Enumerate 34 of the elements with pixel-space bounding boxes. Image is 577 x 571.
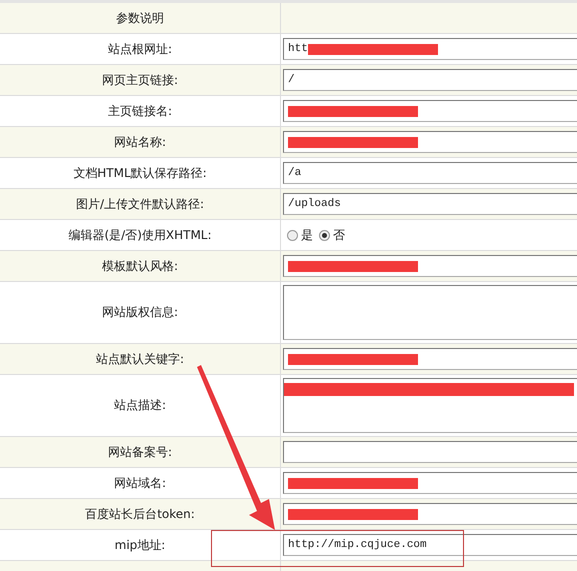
field-label: 站点默认关键字: <box>96 350 184 368</box>
input-field[interactable] <box>283 255 577 277</box>
input-field[interactable] <box>283 503 577 525</box>
text-area[interactable] <box>283 285 577 340</box>
field-label: 网站版权信息: <box>102 304 178 321</box>
field-label: 网站备案号: <box>108 444 172 460</box>
column-header: 参数说明 <box>116 10 164 26</box>
text-area[interactable] <box>283 378 577 433</box>
field-label: 主页链接名: <box>108 102 172 120</box>
radio-button[interactable] <box>319 230 330 240</box>
field-label: 编辑器(是/否)使用XHTML: <box>68 226 212 244</box>
input-field[interactable] <box>283 348 577 370</box>
input-field[interactable] <box>283 100 577 122</box>
input-field[interactable]: /uploads <box>283 193 577 215</box>
field-label: 模板默认风格: <box>102 258 178 274</box>
radio-label: 否 <box>333 226 345 244</box>
field-label: 百度站长后台token: <box>85 506 195 522</box>
radio-button[interactable] <box>287 230 298 240</box>
field-label: 网页主页链接: <box>102 72 178 88</box>
input-field[interactable] <box>283 441 577 463</box>
field-label: 站点描述: <box>114 397 166 414</box>
field-label: 网站名称: <box>114 134 166 150</box>
input-field[interactable] <box>283 131 577 153</box>
input-field[interactable]: htt <box>283 38 577 60</box>
input-field[interactable]: /a <box>283 162 577 184</box>
field-label: 网站域名: <box>114 474 166 492</box>
radio-label: 是 <box>301 226 313 244</box>
field-label: 站点根网址: <box>108 40 172 58</box>
field-label: mip地址: <box>114 536 166 554</box>
field-label: 图片/上传文件默认路径: <box>76 196 204 212</box>
input-field[interactable]: / <box>283 69 577 91</box>
field-label: 文档HTML默认保存路径: <box>73 164 207 182</box>
input-field[interactable]: http://mip.cqjuce.com <box>283 534 577 556</box>
input-field[interactable] <box>283 472 577 494</box>
